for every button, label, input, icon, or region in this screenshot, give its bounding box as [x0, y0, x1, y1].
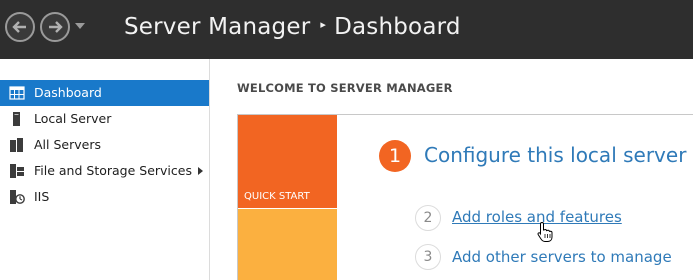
configure-local-server-link[interactable]: Configure this local server — [424, 143, 686, 167]
sidebar-item-label: Dashboard — [34, 85, 102, 100]
dashboard-icon — [9, 86, 25, 100]
window-title: Server Manager ▸ Dashboard — [124, 14, 461, 40]
sidebar-item-label: Local Server — [34, 111, 112, 126]
step-1-badge: 1 — [379, 140, 411, 172]
sidebar-item-label: All Servers — [34, 137, 101, 152]
history-dropdown-chevron-icon[interactable] — [75, 23, 85, 29]
sidebar-item-label: IIS — [34, 189, 50, 204]
forward-button[interactable] — [40, 12, 70, 42]
arrow-right-icon — [49, 21, 63, 33]
sidebar-item-label: File and Storage Services — [34, 163, 192, 178]
welcome-heading: WELCOME TO SERVER MANAGER — [237, 81, 453, 95]
iis-icon — [10, 190, 25, 204]
sidebar: Dashboard Local Server All Servers File … — [0, 59, 210, 280]
storage-icon — [10, 164, 24, 178]
sidebar-item-local-server[interactable]: Local Server — [0, 106, 209, 132]
step-3-badge: 3 — [415, 244, 441, 270]
servers-icon — [10, 138, 23, 152]
page-title: Dashboard — [334, 14, 461, 40]
back-button[interactable] — [5, 12, 35, 42]
chevron-right-icon[interactable] — [198, 167, 203, 175]
sidebar-item-dashboard[interactable]: Dashboard — [0, 80, 209, 106]
server-icon — [13, 112, 20, 126]
quick-start-tile[interactable]: QUICK START — [238, 115, 337, 208]
sidebar-item-file-and-storage-services[interactable]: File and Storage Services — [0, 158, 209, 184]
sidebar-item-all-servers[interactable]: All Servers — [0, 132, 209, 158]
whats-new-tile[interactable] — [238, 209, 337, 280]
quick-start-label: QUICK START — [244, 191, 310, 202]
title-bar: Server Manager ▸ Dashboard — [0, 0, 693, 59]
arrow-left-icon — [12, 21, 26, 33]
app-title: Server Manager — [124, 14, 311, 40]
breadcrumb-separator-icon: ▸ — [320, 18, 327, 31]
add-other-servers-link[interactable]: Add other servers to manage — [452, 248, 672, 266]
sidebar-item-iis[interactable]: IIS — [0, 184, 209, 210]
step-2-badge: 2 — [415, 205, 441, 231]
hand-pointer-cursor-icon — [537, 221, 553, 242]
